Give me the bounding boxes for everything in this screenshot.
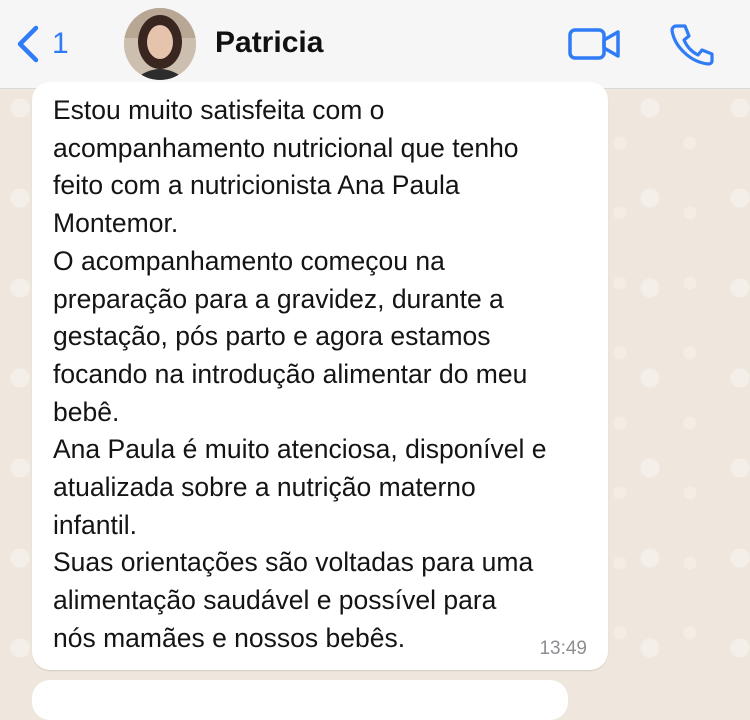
message-line: acompanhamento nutricional que tenho xyxy=(53,132,519,163)
contact-name[interactable]: Patricia xyxy=(215,26,323,60)
message-line: atualizada sobre a nutrição materno xyxy=(53,472,476,503)
message-line: Estou muito satisfeita com o xyxy=(53,95,385,125)
avatar-photo xyxy=(124,8,196,80)
message-timestamp: 13:49 xyxy=(539,638,587,659)
chevron-left-icon xyxy=(17,25,39,63)
chat-header: 1 Patricia xyxy=(0,0,750,89)
unread-count: 1 xyxy=(52,27,69,60)
voice-call-button[interactable] xyxy=(668,20,714,66)
message-line: gestação, pós parto e agora estamos xyxy=(53,321,491,352)
video-call-button[interactable] xyxy=(566,24,622,64)
message-line: Montemor. xyxy=(53,208,179,239)
message-line: feito com a nutricionista Ana Paula xyxy=(53,170,460,201)
back-button[interactable]: 1 xyxy=(14,22,69,66)
phone-icon xyxy=(670,24,714,66)
message-line: bebê. xyxy=(53,396,120,427)
message-line: nós mamães e nossos bebês. xyxy=(53,622,406,653)
message-line: Ana Paula é muito atenciosa, disponível … xyxy=(53,434,547,465)
avatar[interactable] xyxy=(124,8,196,80)
message-line: alimentação saudável e possível para xyxy=(53,585,497,616)
message-line: infantil. xyxy=(53,509,137,540)
message-line: focando na introdução alimentar do meu xyxy=(53,358,528,389)
next-message-bubble[interactable] xyxy=(32,680,568,720)
message-line: Suas orientações são voltadas para uma xyxy=(53,547,534,578)
video-camera-icon xyxy=(568,28,620,60)
message-text: Estou muito satisfeita com o acompanhame… xyxy=(53,92,605,658)
message-bubble[interactable]: Estou muito satisfeita com o acompanhame… xyxy=(32,82,608,670)
message-line: O acompanhamento começou na xyxy=(53,245,445,276)
message-line: preparação para a gravidez, durante a xyxy=(53,283,504,314)
